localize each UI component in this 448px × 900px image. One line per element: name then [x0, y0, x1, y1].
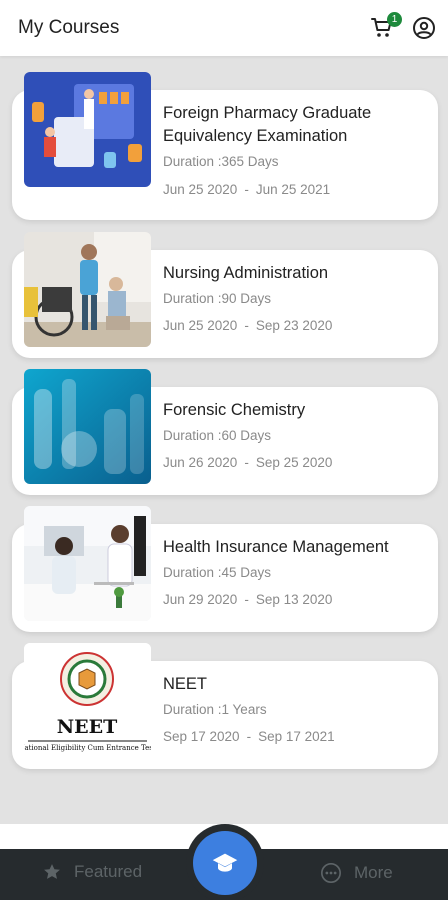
- course-title: Forensic Chemistry: [163, 401, 306, 419]
- cart-count-badge: 1: [387, 12, 402, 27]
- course-dates: Jun 26 2020- Sep 25 2020: [163, 455, 424, 470]
- course-card[interactable]: Foreign Pharmacy Graduate Equivalency Ex…: [12, 72, 438, 220]
- course-thumbnail: [24, 72, 151, 187]
- star-icon: [44, 864, 60, 879]
- course-title: Nursing Administration: [163, 264, 329, 282]
- end-date: Sep 13 2020: [255, 592, 333, 607]
- cart-button[interactable]: 1: [368, 12, 402, 42]
- nav-featured[interactable]: Featured: [42, 862, 142, 882]
- course-dates: Jun 25 2020- Jun 25 2021: [163, 182, 424, 197]
- neet-logo: NEET National Eligibility Cum Entrance T…: [24, 643, 151, 758]
- end-date: Sep 17 2021: [258, 729, 335, 744]
- nursing-photo: [24, 232, 151, 347]
- course-duration: Duration :90 Days: [163, 291, 272, 306]
- start-date: Jun 25 2020: [163, 182, 238, 197]
- pharmacy-illustration: [24, 72, 151, 187]
- end-date: Sep 25 2020: [255, 455, 333, 470]
- graduation-cap-icon: [212, 853, 238, 872]
- neet-logo-text: NEET: [57, 716, 117, 738]
- course-duration: Duration :60 Days: [163, 428, 272, 443]
- course-duration: Duration :45 Days: [163, 565, 272, 580]
- course-card[interactable]: Health Insurance Management Duration :45…: [12, 506, 438, 632]
- course-card[interactable]: Forensic Chemistry Duration :60 Days Jun…: [12, 369, 438, 495]
- course-list: Foreign Pharmacy Graduate Equivalency Ex…: [0, 56, 448, 824]
- date-separator: -: [244, 455, 249, 470]
- end-date: Sep 23 2020: [255, 318, 333, 333]
- course-thumbnail: NEET National Eligibility Cum Entrance T…: [24, 643, 151, 758]
- date-separator: -: [244, 318, 249, 333]
- course-thumbnail: [24, 369, 151, 484]
- my-courses-fab[interactable]: [193, 831, 257, 895]
- account-button[interactable]: [410, 14, 438, 42]
- start-date: Sep 17 2020: [163, 729, 240, 744]
- course-thumbnail: [24, 506, 151, 621]
- course-dates: Jun 29 2020- Sep 13 2020: [163, 592, 424, 607]
- date-separator: -: [246, 729, 252, 744]
- course-duration: Duration :365 Days: [163, 154, 279, 169]
- more-icon: [321, 863, 341, 883]
- course-card[interactable]: Nursing Administration Duration :90 Days…: [12, 232, 438, 358]
- course-card[interactable]: NEET National Eligibility Cum Entrance T…: [12, 643, 438, 769]
- start-date: Jun 25 2020: [163, 318, 238, 333]
- course-dates: Jun 25 2020- Sep 23 2020: [163, 318, 424, 333]
- course-dates: Sep 17 2020- Sep 17 2021: [163, 729, 424, 744]
- health-insurance-photo: [24, 506, 151, 621]
- app-header: My Courses 1: [0, 0, 448, 56]
- neet-logo-caption: National Eligibility Cum Entrance Test: [24, 744, 151, 752]
- course-duration: Duration :1 Years: [163, 702, 267, 717]
- course-title: Foreign Pharmacy Graduate Equivalency Ex…: [163, 104, 372, 145]
- chemistry-photo: [24, 369, 151, 484]
- nav-more[interactable]: More: [320, 862, 393, 884]
- course-title: NEET: [163, 675, 208, 693]
- page-title: My Courses: [18, 17, 120, 38]
- header-actions: 1: [368, 12, 438, 42]
- course-title: Health Insurance Management: [163, 538, 389, 556]
- end-date: Jun 25 2021: [255, 182, 331, 197]
- account-icon: [413, 17, 435, 39]
- nav-more-label: More: [354, 863, 393, 882]
- start-date: Jun 29 2020: [163, 592, 238, 607]
- course-thumbnail: [24, 232, 151, 347]
- date-separator: -: [244, 592, 249, 607]
- start-date: Jun 26 2020: [163, 455, 238, 470]
- date-separator: -: [244, 182, 249, 197]
- nav-featured-label: Featured: [74, 862, 143, 881]
